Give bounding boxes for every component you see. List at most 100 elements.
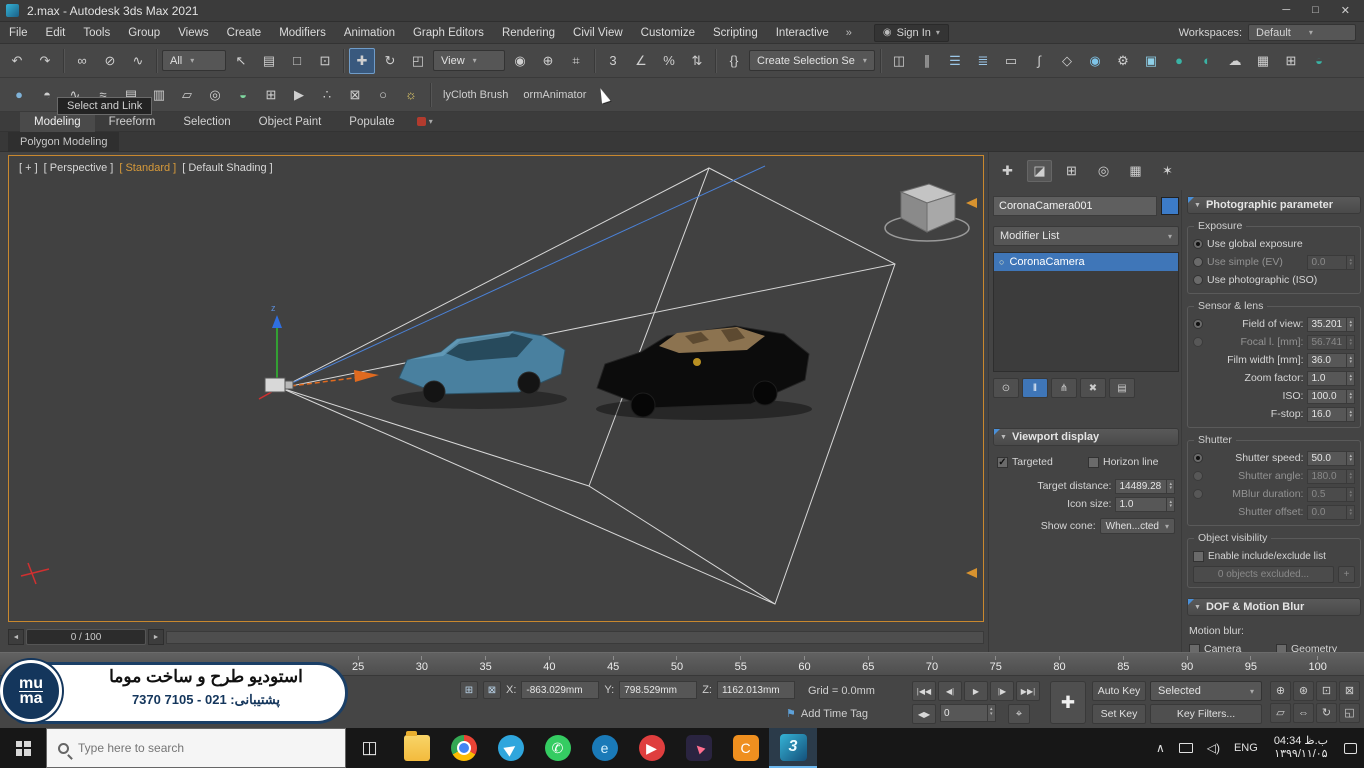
telegram-icon[interactable]: ▶ bbox=[487, 728, 534, 768]
spinner-snap-icon[interactable]: ⇅ bbox=[684, 48, 710, 74]
select-and-scale-icon[interactable]: ◰ bbox=[405, 48, 431, 74]
search-input[interactable] bbox=[78, 741, 334, 755]
create-tab-icon[interactable]: ✚ bbox=[995, 160, 1020, 182]
lattice-icon[interactable]: ⊠ bbox=[342, 82, 368, 108]
rendered-frame-icon[interactable]: ▣ bbox=[1138, 48, 1164, 74]
go-to-end-button[interactable]: ▶▶| bbox=[1016, 681, 1040, 701]
mblur-duration-spinner[interactable]: 0.5 bbox=[1307, 487, 1355, 502]
play-button[interactable]: ▶ bbox=[964, 681, 988, 701]
pin-stack-icon[interactable]: ⊙ bbox=[993, 378, 1019, 398]
use-pivot-point-icon[interactable]: ◉ bbox=[507, 48, 533, 74]
fov-spinner[interactable]: 35.201 bbox=[1307, 317, 1355, 332]
volume-icon[interactable]: ◁) bbox=[1200, 728, 1227, 768]
excluded-objects-button[interactable]: 0 objects excluded... bbox=[1193, 566, 1334, 583]
next-frame-button[interactable]: |▶ bbox=[990, 681, 1014, 701]
zoom-region-icon[interactable]: ▱ bbox=[1270, 703, 1291, 723]
use-simple-ev-radio[interactable] bbox=[1193, 257, 1203, 267]
current-frame-spinner[interactable]: 0 bbox=[940, 704, 996, 722]
named-selection-set-select[interactable]: Create Selection Se ▾ bbox=[749, 50, 875, 71]
transform-animator-label[interactable]: ormAnimator bbox=[517, 89, 592, 101]
previous-frame-button[interactable]: ◀| bbox=[938, 681, 962, 701]
curve-editor-icon[interactable]: ∫ bbox=[1026, 48, 1052, 74]
polycloth-brush-label[interactable]: lyCloth Brush bbox=[437, 89, 514, 101]
target-distance-spinner[interactable]: 14489.28 bbox=[1115, 479, 1175, 494]
language-indicator[interactable]: ENG bbox=[1227, 728, 1265, 768]
ribbon-tab[interactable]: Object Paint bbox=[245, 112, 336, 132]
menubar-item[interactable]: Create bbox=[218, 22, 271, 44]
camera-object[interactable] bbox=[265, 378, 293, 392]
reference-coordinate-select[interactable]: View ▾ bbox=[433, 50, 505, 71]
photographic-rollout-header[interactable]: ▼ Photographic parameter bbox=[1187, 196, 1361, 214]
render-last-icon[interactable]: ◒ bbox=[1306, 48, 1332, 74]
add-time-tag[interactable]: ⚑ Add Time Tag bbox=[786, 707, 868, 720]
snaps-toggle-icon[interactable]: 3 bbox=[600, 48, 626, 74]
remove-modifier-icon[interactable]: ✖ bbox=[1080, 378, 1106, 398]
page-icon[interactable]: ▱ bbox=[174, 82, 200, 108]
x-coordinate-field[interactable]: -863.029mm bbox=[521, 681, 599, 699]
film-width-spinner[interactable]: 36.0 bbox=[1307, 353, 1355, 368]
menubar-item[interactable]: Modifiers bbox=[270, 22, 335, 44]
select-and-move-icon[interactable]: ✚ bbox=[349, 48, 375, 74]
use-photographic-iso-radio[interactable] bbox=[1193, 275, 1203, 285]
set-keys-button[interactable]: ✚ bbox=[1050, 681, 1086, 724]
unlink-selection-icon[interactable]: ⊘ bbox=[97, 48, 123, 74]
stack-item-coronacamera[interactable]: ○ CoronaCamera bbox=[994, 253, 1178, 271]
blue-car[interactable] bbox=[391, 331, 567, 409]
z-coordinate-field[interactable]: 1162.013mm bbox=[717, 681, 795, 699]
object-name-field[interactable]: CoronaCamera001 bbox=[993, 196, 1157, 216]
viewport-menu-shading[interactable]: [ Default Shading ] bbox=[182, 162, 273, 174]
shutter-angle-spinner[interactable]: 180.0 bbox=[1307, 469, 1355, 484]
maximize-viewport-icon[interactable]: ◱ bbox=[1339, 703, 1360, 723]
ev-spinner[interactable]: 0.0 bbox=[1307, 255, 1355, 270]
close-button[interactable]: ✕ bbox=[1341, 4, 1350, 17]
edge-icon[interactable]: e bbox=[581, 728, 628, 768]
render-setup-icon[interactable]: ⚙ bbox=[1110, 48, 1136, 74]
chrome-icon[interactable] bbox=[440, 728, 487, 768]
shutter-speed-radio[interactable] bbox=[1193, 453, 1203, 463]
action-center-icon[interactable] bbox=[1337, 728, 1364, 768]
schematic-view-icon[interactable]: ◇ bbox=[1054, 48, 1080, 74]
ring-icon[interactable]: ○ bbox=[370, 82, 396, 108]
minimize-button[interactable]: ─ bbox=[1282, 4, 1290, 17]
key-mode-toggle[interactable]: ◀▶ bbox=[912, 704, 936, 724]
render-cloud-icon[interactable]: ☁ bbox=[1222, 48, 1248, 74]
perspective-viewport[interactable]: z bbox=[8, 155, 984, 622]
add-exclude-button[interactable]: + bbox=[1338, 566, 1355, 583]
menubar-item[interactable]: Scripting bbox=[704, 22, 767, 44]
zoom-factor-spinner[interactable]: 1.0 bbox=[1307, 371, 1355, 386]
particles-icon[interactable]: ∴ bbox=[314, 82, 340, 108]
player-icon[interactable]: ▶ bbox=[628, 728, 675, 768]
menubar-item[interactable]: File bbox=[0, 22, 37, 44]
render-iterative-icon[interactable]: ◐ bbox=[1194, 48, 1220, 74]
selection-filter-select[interactable]: All ▾ bbox=[162, 50, 226, 71]
trackbar-right-arrow[interactable]: ► bbox=[148, 629, 164, 645]
configure-modifier-sets-icon[interactable]: ▤ bbox=[1109, 378, 1135, 398]
grid-plus-icon[interactable]: ⊞ bbox=[258, 82, 284, 108]
taskbar-search[interactable] bbox=[46, 728, 346, 768]
rectangular-selection-icon[interactable]: □ bbox=[284, 48, 310, 74]
iso-spinner[interactable]: 100.0 bbox=[1307, 389, 1355, 404]
scene-explorer-icon[interactable]: ☰ bbox=[942, 48, 968, 74]
select-by-name-icon[interactable]: ▤ bbox=[256, 48, 282, 74]
viewcube[interactable] bbox=[885, 184, 969, 241]
enable-include-exclude-checkbox[interactable] bbox=[1193, 551, 1204, 562]
visibility-bulb-icon[interactable]: ○ bbox=[999, 257, 1004, 267]
auto-key-button[interactable]: Auto Key bbox=[1092, 681, 1146, 701]
trackbar-track[interactable] bbox=[166, 631, 984, 644]
menubar-item[interactable]: Rendering bbox=[493, 22, 564, 44]
network-icon[interactable] bbox=[1172, 728, 1200, 768]
mblur-duration-radio[interactable] bbox=[1193, 489, 1203, 499]
key-selection-dropdown[interactable]: Selected ▾ bbox=[1150, 681, 1262, 701]
field-of-view-radio[interactable] bbox=[1193, 319, 1203, 329]
ribbon-tab[interactable]: Selection bbox=[169, 112, 244, 132]
shutter-speed-spinner[interactable]: 50.0 bbox=[1307, 451, 1355, 466]
layer-explorer-icon[interactable]: ≣ bbox=[970, 48, 996, 74]
menubar-item[interactable]: Customize bbox=[632, 22, 704, 44]
set-key-cursor-icon[interactable]: ⌖ bbox=[1008, 704, 1030, 724]
zoom-extents-all-icon[interactable]: ⊠ bbox=[1339, 681, 1360, 701]
rocket-app-icon[interactable]: ▲ bbox=[675, 728, 722, 768]
targeted-checkbox[interactable] bbox=[997, 457, 1008, 468]
viewport-menu-pov[interactable]: [ Perspective ] bbox=[44, 162, 114, 174]
keyboard-override-icon[interactable]: ⌗ bbox=[563, 48, 589, 74]
civil-view-icon[interactable]: ⊞ bbox=[1278, 48, 1304, 74]
